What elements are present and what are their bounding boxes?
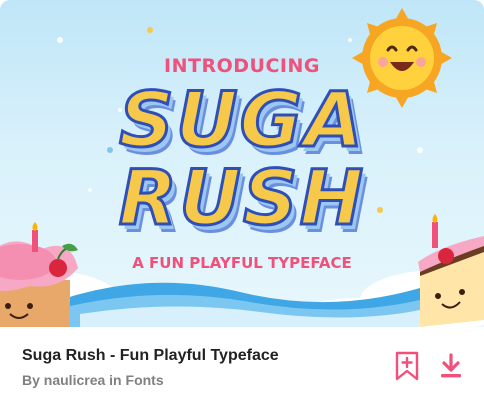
byline-in-text: in (109, 372, 122, 388)
preview-tagline: A FUN PLAYFUL TYPEFACE (132, 254, 352, 272)
byline-prefix: By (22, 372, 40, 388)
preview-image[interactable]: INTRODUCING SUGA RUSH A FUN PLAYFUL TYPE… (0, 0, 484, 327)
author-link[interactable]: naulicrea (44, 372, 105, 388)
bookmark-add-icon (395, 351, 419, 381)
bookmark-button[interactable] (389, 348, 425, 384)
download-button[interactable] (433, 348, 469, 384)
item-byline: By naulicrea in Fonts (22, 372, 164, 388)
item-title[interactable]: Suga Rush - Fun Playful Typeface (22, 347, 279, 365)
preview-intro-text: INTRODUCING (164, 55, 320, 77)
download-icon (441, 353, 461, 378)
item-footer: Suga Rush - Fun Playful Typeface By naul… (0, 327, 484, 411)
preview-title-word-2: RUSH (117, 153, 366, 242)
item-card: INTRODUCING SUGA RUSH A FUN PLAYFUL TYPE… (0, 0, 484, 411)
category-link[interactable]: Fonts (126, 372, 164, 388)
cupcake-left-illustration (0, 222, 78, 327)
preview-title-word-1: SUGA (118, 75, 365, 164)
